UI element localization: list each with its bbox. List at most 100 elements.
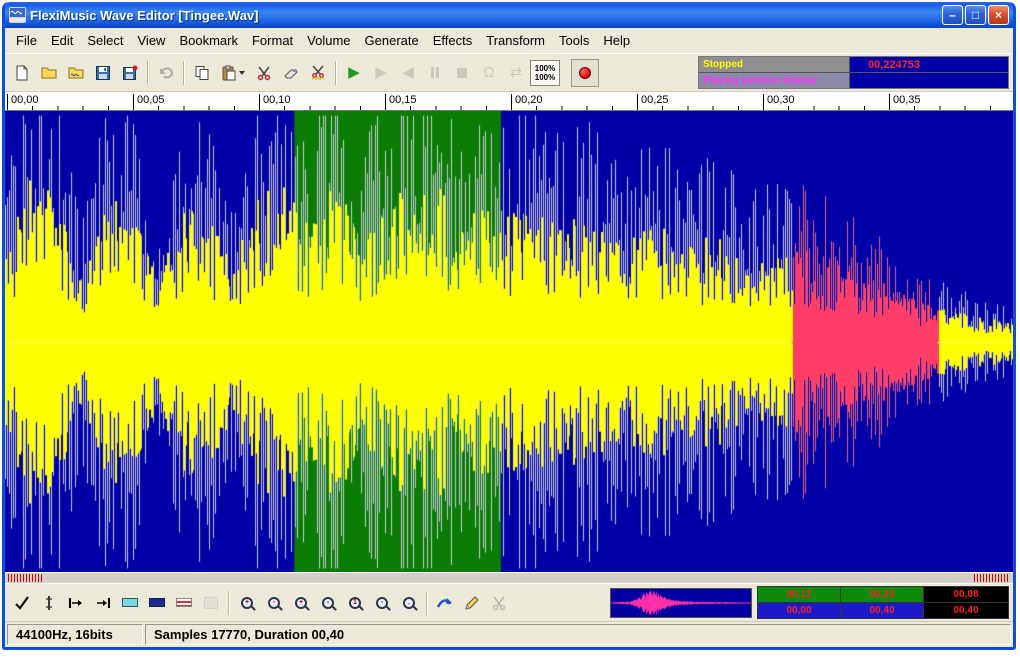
magnifier-one-icon: 1 xyxy=(349,596,361,609)
menu-item-transform[interactable]: Transform xyxy=(479,31,552,50)
record-button[interactable] xyxy=(572,60,598,86)
time-ruler[interactable]: 00,00 00,05 00,10 00,15 00,20 00,25 00,3… xyxy=(5,92,1013,111)
undo-button[interactable] xyxy=(153,60,179,86)
toolbar-separator xyxy=(228,590,230,615)
cut-button[interactable] xyxy=(251,60,277,86)
file-overview-canvas[interactable] xyxy=(611,588,751,617)
wave-scroll-strip[interactable] xyxy=(5,572,1013,583)
zoom-normal-button[interactable]: 1 xyxy=(342,590,368,616)
maximize-button[interactable]: □ xyxy=(965,5,986,25)
shuttle-button[interactable]: ⇄ xyxy=(503,60,529,86)
copy-button[interactable] xyxy=(189,60,215,86)
toolbar-separator xyxy=(147,60,149,85)
new-file-button[interactable] xyxy=(9,60,35,86)
menu-item-select[interactable]: Select xyxy=(80,31,130,50)
menu-item-volume[interactable]: Volume xyxy=(300,31,357,50)
view-length-value: 00,40 xyxy=(924,603,1008,618)
title-bar[interactable]: FlexiMusic Wave Editor [Tingee.Wav] – □ … xyxy=(5,2,1013,28)
waveform-canvas[interactable] xyxy=(5,111,1013,572)
eraser-icon xyxy=(283,65,299,81)
menu-item-edit[interactable]: Edit xyxy=(44,31,80,50)
magnifier-plus-icon: + xyxy=(295,596,307,609)
file-overview-panel xyxy=(610,587,752,618)
cut-selection-button[interactable] xyxy=(486,590,512,616)
play-backward-button[interactable]: ◀ xyxy=(395,60,421,86)
menu-item-help[interactable]: Help xyxy=(596,31,637,50)
stop-button[interactable] xyxy=(449,60,475,86)
disabled-view-button[interactable] xyxy=(198,590,224,616)
pencil-icon xyxy=(464,595,480,611)
view-striped-button[interactable] xyxy=(171,590,197,616)
ruler-label: 00,25 xyxy=(637,94,669,110)
zoom-full-button[interactable]: - xyxy=(369,590,395,616)
zoom-selection-button[interactable]: . xyxy=(396,590,422,616)
scrub-icon xyxy=(436,595,454,611)
menu-item-view[interactable]: View xyxy=(131,31,173,50)
selection-end-button[interactable] xyxy=(90,590,116,616)
save-special-button[interactable] xyxy=(117,60,143,86)
checkmark-icon xyxy=(14,595,30,611)
zoom-v-label: 100% xyxy=(534,72,556,82)
play-backward-icon: ◀ xyxy=(402,64,414,81)
blank-icon xyxy=(204,596,218,609)
close-button[interactable]: × xyxy=(988,5,1009,25)
selection-info-grid: 00,12 00,20 00,08 00,00 00,40 00,40 xyxy=(757,586,1009,619)
menu-item-format[interactable]: Format xyxy=(245,31,300,50)
scissors-wave-icon xyxy=(310,65,326,81)
scrub-button[interactable] xyxy=(432,590,458,616)
scissors-icon xyxy=(256,65,272,81)
view-all-navy-button[interactable] xyxy=(144,590,170,616)
open-file-button[interactable] xyxy=(36,60,62,86)
selection-length-value: 00,08 xyxy=(924,587,1008,602)
pencil-button[interactable] xyxy=(459,590,485,616)
selection-start-value: 00,12 xyxy=(758,587,840,602)
save-button[interactable] xyxy=(90,60,116,86)
menu-item-file[interactable]: File xyxy=(9,31,44,50)
menu-item-generate[interactable]: Generate xyxy=(358,31,426,50)
apply-button[interactable] xyxy=(9,590,35,616)
ruler-label: 00,15 xyxy=(385,94,417,110)
ruler-label: 00,00 xyxy=(7,94,39,110)
ruler-label: 00,10 xyxy=(259,94,291,110)
view-selection-cyan-button[interactable] xyxy=(117,590,143,616)
window-title: FlexiMusic Wave Editor [Tingee.Wav] xyxy=(30,7,259,23)
minimize-button[interactable]: – xyxy=(942,5,963,25)
shuttle-icon: ⇄ xyxy=(509,64,523,81)
magnifier-minus-icon: - xyxy=(376,596,388,609)
app-window: FlexiMusic Wave Editor [Tingee.Wav] – □ … xyxy=(2,2,1016,650)
scissors-gray-icon xyxy=(491,595,507,611)
loop-icon: Ω xyxy=(483,64,495,81)
zoom-out-vertical-button[interactable]: - xyxy=(315,590,341,616)
zoom-100-button[interactable]: 100% 100% xyxy=(530,59,560,86)
open-special-button[interactable] xyxy=(63,60,89,86)
cut-wave-button[interactable] xyxy=(305,60,331,86)
paste-dropdown-arrow[interactable] xyxy=(239,70,245,75)
cursor-marker-button[interactable] xyxy=(36,590,62,616)
playback-status: Stopped xyxy=(699,57,849,72)
ruler-label: 00,20 xyxy=(511,94,543,110)
bottom-toolbar: + - + - 1 - . 00,12 00,20 00,08 00,00 00… xyxy=(5,583,1013,622)
zoom-in-button[interactable]: + xyxy=(234,590,260,616)
play-button[interactable]: ▶ xyxy=(341,60,367,86)
menu-item-tools[interactable]: Tools xyxy=(552,31,596,50)
selection-start-button[interactable] xyxy=(63,590,89,616)
play-all-button[interactable]: ▶ xyxy=(368,60,394,86)
open-folder-wave-icon xyxy=(68,65,84,81)
main-toolbar: ▶ ▶ ◀ Ω ⇄ 100% 100% Stopped 00,224753 Pl… xyxy=(5,53,1013,92)
undo-icon xyxy=(158,65,174,81)
magnifier-minus-icon: - xyxy=(268,596,280,609)
zoom-out-button[interactable]: - xyxy=(261,590,287,616)
stop-icon xyxy=(457,67,467,78)
paste-button[interactable] xyxy=(216,60,250,86)
menu-item-bookmark[interactable]: Bookmark xyxy=(172,31,245,50)
menu-bar: File Edit Select View Bookmark Format Vo… xyxy=(5,28,1013,53)
zoom-h-label: 100% xyxy=(534,63,556,73)
time-display: 00,224753 xyxy=(850,57,1008,72)
loop-button[interactable]: Ω xyxy=(476,60,502,86)
menu-item-effects[interactable]: Effects xyxy=(426,31,480,50)
position-caption: Playing position display xyxy=(699,73,849,88)
erase-button[interactable] xyxy=(278,60,304,86)
pause-button[interactable] xyxy=(422,60,448,86)
zoom-in-vertical-button[interactable]: + xyxy=(288,590,314,616)
play-all-icon: ▶ xyxy=(375,64,387,81)
